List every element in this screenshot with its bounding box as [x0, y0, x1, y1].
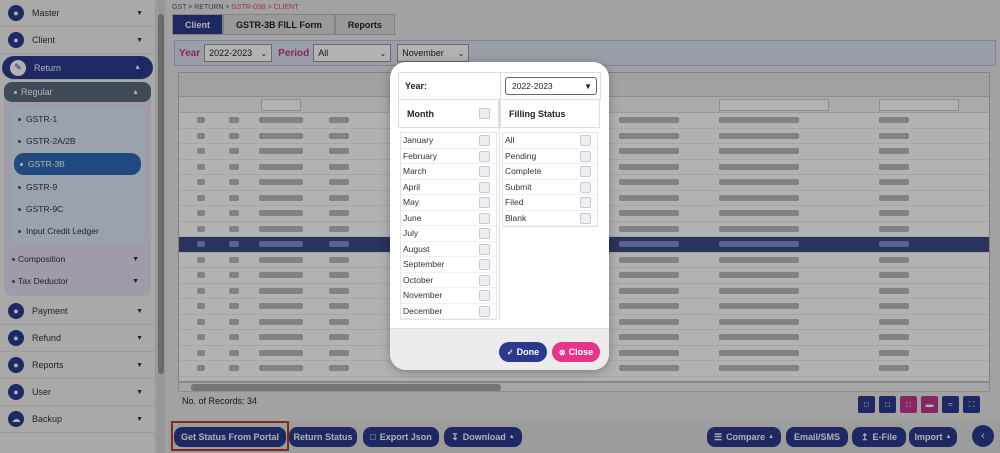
month-row[interactable]: August: [401, 242, 496, 257]
check-circle-icon: ✓: [506, 347, 514, 357]
month-checkbox[interactable]: [479, 150, 490, 162]
month-list: January February March April May June July Augu…: [400, 132, 497, 320]
month-row[interactable]: November: [401, 288, 496, 304]
modal-year-label: Year:: [399, 73, 501, 99]
status-row[interactable]: Filed: [503, 195, 597, 211]
modal-year-value: 2022-2023: [512, 81, 553, 91]
status-row[interactable]: Pending: [503, 149, 597, 164]
month-checkbox[interactable]: [479, 305, 490, 317]
status-checkbox[interactable]: [580, 181, 591, 193]
month-label: October: [403, 274, 434, 285]
modal-year-select[interactable]: 2022-2023 ▼: [505, 77, 597, 95]
month-label: March: [403, 166, 427, 177]
month-row[interactable]: March: [401, 164, 496, 180]
done-button[interactable]: ✓ Done: [499, 342, 547, 362]
month-label: November: [403, 290, 443, 301]
month-row[interactable]: June: [401, 211, 496, 226]
month-label: January: [403, 135, 434, 146]
status-row[interactable]: All: [503, 133, 597, 149]
month-column: Month January February March April May June Ju…: [398, 100, 499, 320]
month-label: May: [403, 197, 420, 208]
status-checkbox[interactable]: [580, 166, 591, 177]
status-label: Pending: [505, 150, 537, 161]
close-circle-icon: ⊗: [558, 347, 566, 357]
month-checkbox[interactable]: [479, 259, 490, 270]
month-checkbox[interactable]: [479, 274, 490, 286]
month-checkbox[interactable]: [479, 212, 490, 224]
month-label: April: [403, 181, 421, 192]
status-checkbox[interactable]: [580, 150, 591, 162]
month-row[interactable]: September: [401, 257, 496, 273]
month-checkbox[interactable]: [479, 166, 490, 177]
month-checkbox[interactable]: [479, 243, 490, 255]
month-checkbox[interactable]: [479, 228, 490, 239]
month-checkbox[interactable]: [479, 290, 490, 301]
status-row[interactable]: Blank: [503, 211, 597, 226]
month-row[interactable]: July: [401, 226, 496, 242]
chevron-down-icon: ▼: [584, 81, 592, 91]
status-label: All: [505, 135, 515, 146]
status-row[interactable]: Submit: [503, 180, 597, 195]
status-checkbox[interactable]: [580, 197, 591, 208]
status-column: Filling Status All Pending Complete Submit F…: [499, 100, 600, 320]
month-row[interactable]: April: [401, 180, 496, 195]
status-label: Filed: [505, 197, 524, 208]
month-label: September: [403, 259, 445, 270]
month-label: July: [403, 228, 419, 239]
month-header: Month: [398, 100, 499, 128]
month-header-label: Month: [407, 108, 434, 119]
modal-footer: ✓ Done ⊗ Close: [390, 328, 609, 370]
status-checkbox[interactable]: [580, 135, 591, 146]
month-checkbox[interactable]: [479, 181, 490, 193]
status-list: All Pending Complete Submit Filed Blank: [502, 132, 598, 227]
modal-year-row: Year: 2022-2023 ▼: [398, 72, 601, 100]
close-label: Close: [568, 347, 594, 357]
status-header-label: Filling Status: [509, 108, 566, 119]
month-row[interactable]: May: [401, 195, 496, 211]
month-row[interactable]: February: [401, 149, 496, 164]
month-label: June: [403, 212, 422, 223]
month-checkbox[interactable]: [479, 135, 490, 146]
month-row[interactable]: December: [401, 304, 496, 319]
status-header: Filling Status: [500, 100, 600, 128]
close-button[interactable]: ⊗ Close: [552, 342, 600, 362]
status-checkbox[interactable]: [580, 212, 591, 224]
status-label: Blank: [505, 212, 527, 223]
month-select-all-checkbox[interactable]: [479, 108, 490, 119]
month-row[interactable]: October: [401, 273, 496, 288]
filter-modal: Year: 2022-2023 ▼ Month January February Ma…: [390, 62, 609, 370]
month-row[interactable]: January: [401, 133, 496, 149]
done-label: Done: [516, 347, 540, 357]
month-label: August: [403, 243, 430, 254]
modal-columns: Month January February March April May June Ju…: [398, 100, 601, 320]
status-label: Submit: [505, 181, 532, 192]
status-label: Complete: [505, 166, 542, 177]
month-label: February: [403, 150, 438, 161]
month-checkbox[interactable]: [479, 197, 490, 208]
status-row[interactable]: Complete: [503, 164, 597, 180]
month-label: December: [403, 305, 443, 316]
